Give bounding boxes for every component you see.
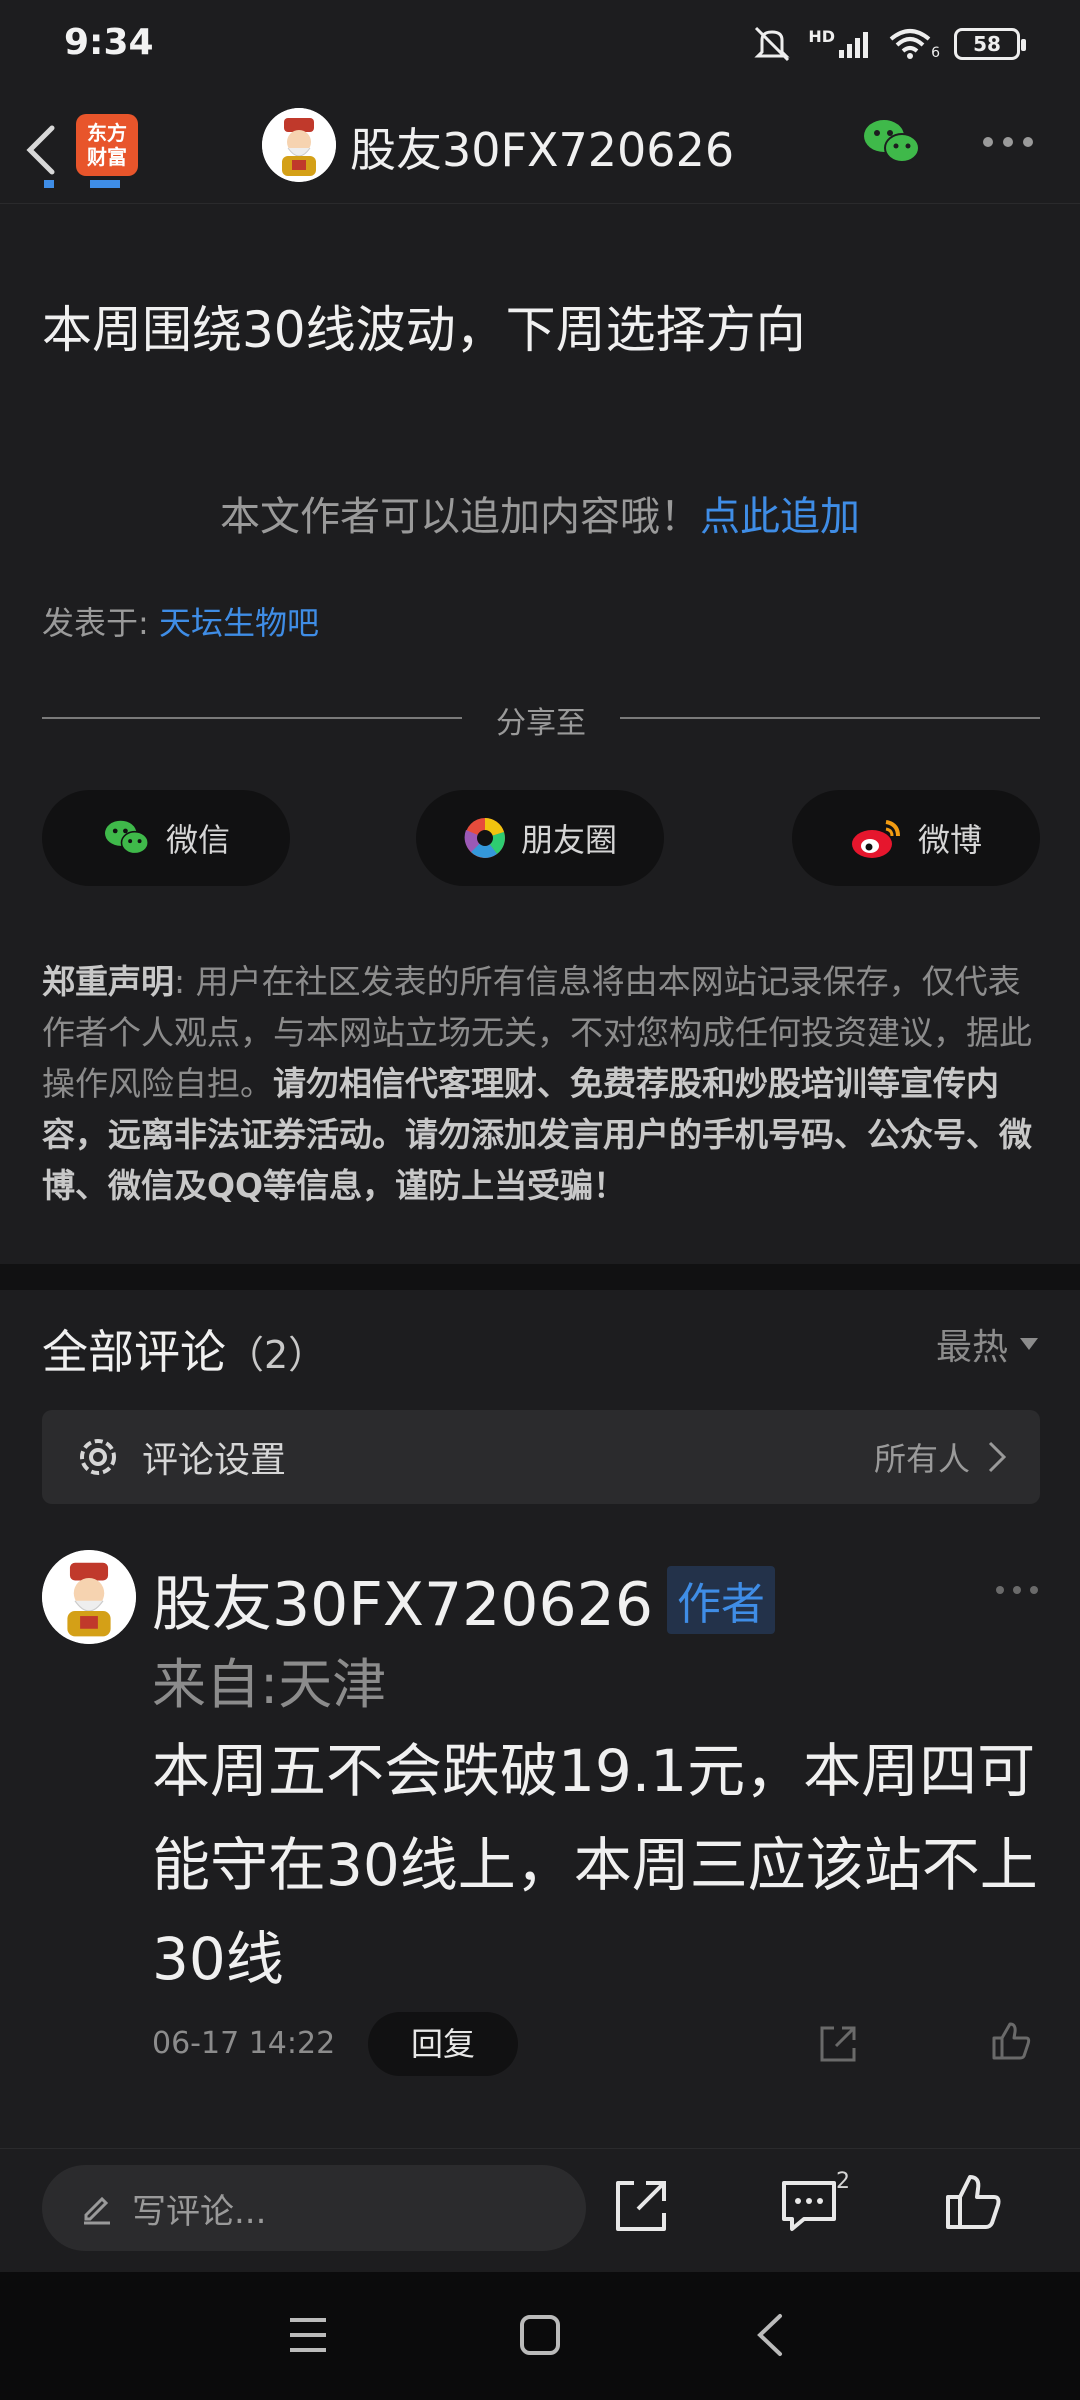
menu-icon[interactable] [286, 2312, 330, 2358]
sort-dropdown[interactable]: 最热 [936, 1318, 1038, 1370]
share-wechat-label: 微信 [165, 821, 230, 859]
share-wechat-button[interactable]: 微信 [42, 790, 290, 886]
system-navigation-bar [0, 2272, 1080, 2400]
status-icons: HD 6 58 [750, 24, 1026, 64]
status-time: 9:34 [64, 22, 154, 63]
comment-username-row: 股友30FX720626 作者 [152, 1556, 776, 1643]
weibo-icon [851, 820, 900, 858]
signal-icon [839, 32, 869, 58]
comment-settings-label: 评论设置 [142, 1440, 287, 1481]
comment-more-icon[interactable] [994, 1584, 1040, 1596]
comment-settings-value: 所有人 [873, 1440, 970, 1478]
top-navigation-bar: 东方 财富 股友30FX720626 [0, 96, 1080, 204]
share-weibo-label: 微博 [917, 821, 982, 859]
posted-in: 发表于: 天坛生物吧 [42, 598, 319, 644]
page-title: 股友30FX720626 [350, 123, 735, 177]
comment-text: 本周五不会跌破19.1元，本周四可能守在30线上，本周三应该站不上30线 [152, 1737, 1038, 1993]
wechat-share-icon[interactable] [862, 114, 922, 170]
home-icon[interactable] [518, 2312, 562, 2358]
disclaimer: 郑重声明: 用户在社区发表的所有信息将由本网站记录保存，仅代表作者个人观点，与本… [42, 956, 1040, 1211]
fortune-god-avatar-icon [42, 1550, 136, 1644]
comment-timestamp: 06-17 14:22 [152, 2026, 336, 2061]
dropdown-triangle-icon [1020, 1338, 1038, 1350]
wifi-sub-label: 6 [931, 45, 940, 61]
pencil-icon [84, 2196, 110, 2225]
write-comment-placeholder: 写评论... [132, 2191, 267, 2232]
share-moments-label: 朋友圈 [520, 821, 617, 859]
mute-icon [754, 26, 791, 62]
comment-icon[interactable] [778, 2175, 840, 2237]
comment-settings-row[interactable]: 评论设置 所有人 [42, 1410, 1040, 1504]
comment-username[interactable]: 股友30FX720626 [152, 1556, 653, 1643]
logo-line-1: 东方 [87, 121, 127, 145]
write-comment-input[interactable]: 写评论... [42, 2165, 586, 2251]
share-weibo-button[interactable]: 微博 [792, 790, 1040, 886]
share-divider: 分享至 [42, 698, 1040, 741]
share-label: 分享至 [496, 706, 586, 741]
wifi-icon [889, 29, 931, 59]
append-link[interactable]: 点此追加 [700, 494, 860, 540]
disclaimer-heading: 郑重声明 [42, 962, 174, 1001]
comment-avatar[interactable] [42, 1550, 136, 1644]
comment-count-badge: 2 [836, 2169, 850, 2194]
author-badge: 作者 [667, 1565, 776, 1634]
logo-line-2: 财富 [87, 145, 127, 169]
comment-share-icon[interactable] [818, 2024, 858, 2064]
battery-level: 58 [973, 32, 1001, 56]
like-icon[interactable] [942, 2171, 1004, 2233]
gear-icon [80, 1439, 116, 1475]
more-options-icon[interactable] [980, 134, 1036, 150]
bottom-action-bar: 写评论... 2 [0, 2148, 1080, 2272]
moments-icon [464, 818, 505, 858]
section-separator [0, 1264, 1080, 1290]
append-text: 本文作者可以追加内容哦！ [220, 494, 700, 540]
posted-in-label: 发表于: [42, 604, 149, 642]
article-title: 本周围绕30线波动，下周选择方向 [42, 301, 806, 359]
comment-location: 来自:天津 [152, 1653, 387, 1716]
status-bar: 9:34 HD 6 58 [0, 0, 1080, 96]
back-nav-icon[interactable] [752, 2312, 788, 2358]
share-moments-button[interactable]: 朋友圈 [416, 790, 664, 886]
comments-title: 全部评论 [42, 1325, 226, 1379]
chevron-right-icon [988, 1441, 1006, 1473]
append-content-prompt: 本文作者可以追加内容哦！点此追加 [0, 484, 1080, 542]
back-arrow-icon[interactable] [22, 120, 62, 180]
stock-bar-link[interactable]: 天坛生物吧 [159, 604, 319, 642]
fortune-god-avatar-icon [262, 108, 336, 182]
battery-icon: 58 [954, 28, 1026, 60]
comments-heading: 全部评论（2） [42, 1316, 326, 1382]
app-logo[interactable]: 东方 财富 [76, 114, 138, 176]
reply-button[interactable]: 回复 [368, 2012, 518, 2076]
sort-label: 最热 [935, 1327, 1008, 1368]
share-icon[interactable] [610, 2175, 672, 2237]
author-avatar[interactable] [262, 108, 336, 182]
comments-count: （2） [226, 1333, 327, 1377]
network-hd-label: HD [808, 26, 836, 46]
wechat-icon [104, 820, 149, 855]
scrolled-link-remnant [44, 180, 120, 188]
comment-settings-value-group: 所有人 [874, 1434, 1006, 1480]
comment-like-icon[interactable] [990, 2020, 1032, 2062]
